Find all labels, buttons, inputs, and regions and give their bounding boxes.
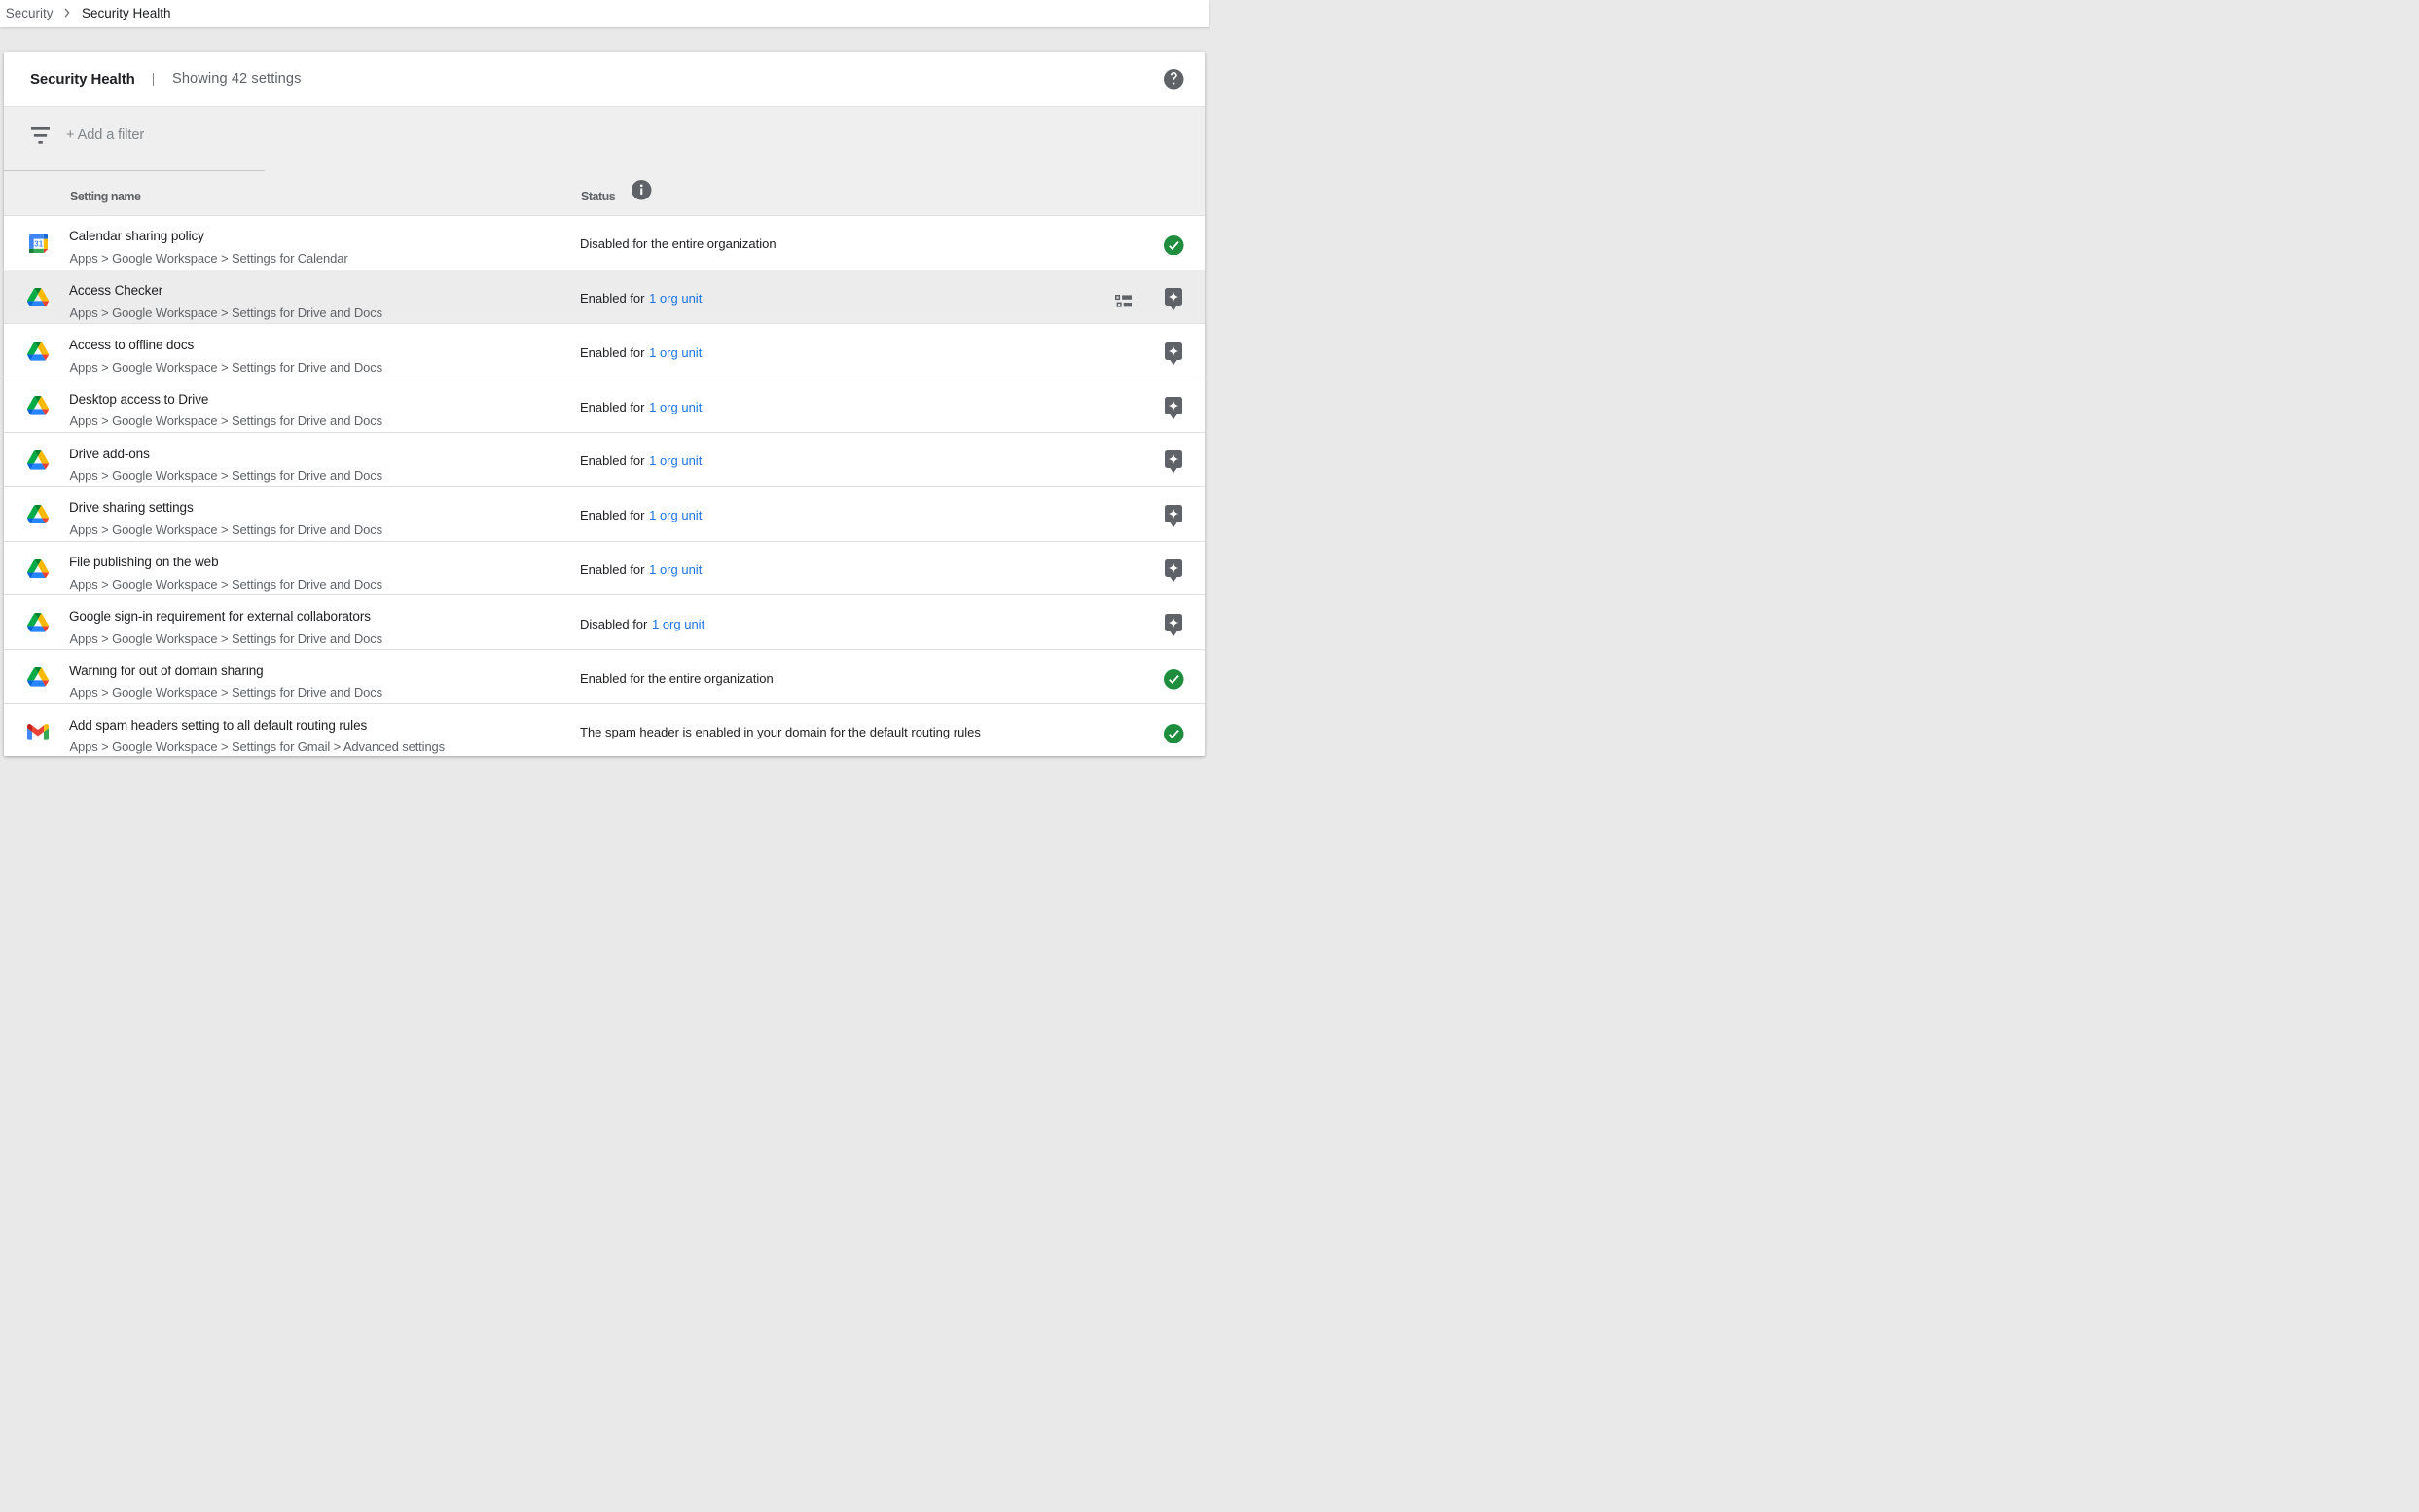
svg-text:31: 31: [34, 240, 43, 249]
